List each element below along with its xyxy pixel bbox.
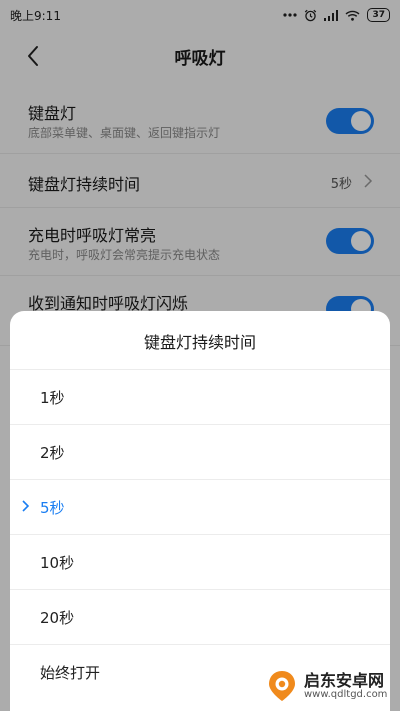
watermark-name: 启东安卓网	[304, 670, 385, 690]
option-label: 5秒	[40, 499, 65, 517]
option-label: 20秒	[40, 609, 75, 627]
option-label: 1秒	[40, 389, 65, 407]
watermark-logo-icon	[269, 671, 295, 701]
option-10s[interactable]: 10秒	[10, 535, 390, 590]
check-icon	[22, 500, 30, 512]
option-2s[interactable]: 2秒	[10, 425, 390, 480]
option-5s[interactable]: 5秒	[10, 480, 390, 535]
watermark-url: www.qdltgd.com	[304, 689, 388, 701]
watermark: 启东安卓网 www.qdltgd.com	[264, 665, 394, 707]
option-label: 始终打开	[40, 664, 101, 682]
dialog-title: 键盘灯持续时间	[143, 333, 256, 352]
option-label: 10秒	[40, 554, 75, 572]
duration-picker-dialog: 键盘灯持续时间 1秒 2秒 5秒 10秒 20秒 始终打开	[10, 311, 390, 711]
option-20s[interactable]: 20秒	[10, 590, 390, 645]
option-label: 2秒	[40, 444, 65, 462]
option-1s[interactable]: 1秒	[10, 370, 390, 425]
